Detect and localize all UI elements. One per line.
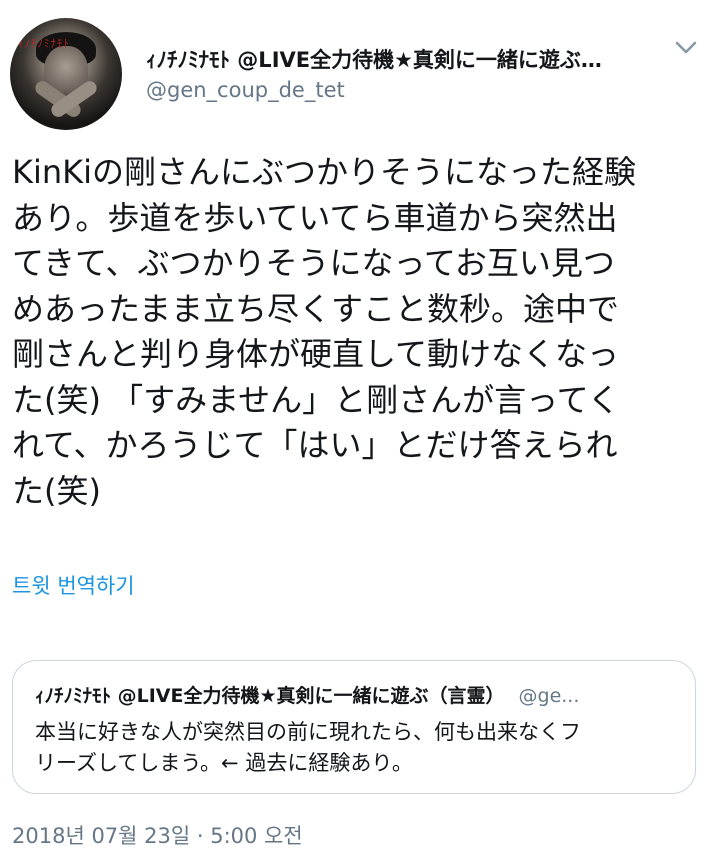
quoted-text-line: 本当に好きな人が突然目の前に現れたら、何も出来なくフ: [35, 720, 581, 744]
tweet-text-line: めあったまま立ち尽くすこと数秒。途中で: [12, 289, 620, 328]
tweet-text-line: れて、かろうじて「はい」とだけ答えられ: [12, 426, 618, 464]
quoted-author-handle: @ge...: [518, 685, 580, 707]
tweet-header: ｨﾉﾁﾉﾐﾅﾓﾄ ｨﾉﾁﾉﾐﾅﾓﾄ @LIVE全力待機★真剣に一緒に遊ぶ… @g…: [0, 0, 720, 140]
author-display-name[interactable]: ｨﾉﾁﾉﾐﾅﾓﾄ @LIVE全力待機★真剣に一緒に遊ぶ…: [146, 44, 666, 74]
tweet-text-line: 剛さんと判り身体が硬直して動けなくなっ: [12, 335, 620, 373]
tweet-text-line: た(笑): [12, 471, 101, 510]
quoted-tweet-header: ｨﾉﾁﾉﾐﾅﾓﾄ @LIVE全力待機★真剣に一緒に遊ぶ（言霊） @ge...: [35, 681, 673, 709]
quoted-text-line: リーズしてしまう。← 過去に経験あり。: [35, 751, 413, 775]
chevron-down-icon[interactable]: [674, 40, 698, 56]
tweet-text-line: あり。歩道を歩いていてら車道から突然出: [12, 198, 618, 237]
tweet-text-line: てきて、ぶつかりそうになってお互い見つ: [12, 244, 615, 282]
tweet-text: KinKiの剛さんにぶつかりそうになった経験 あり。歩道を歩いていてら車道から突…: [12, 150, 712, 514]
avatar-overlay-text: ｨﾉﾁﾉﾐﾅﾓﾄ: [18, 37, 70, 50]
quoted-author-name: ｨﾉﾁﾉﾐﾅﾓﾄ @LIVE全力待機★真剣に一緒に遊ぶ（言霊）: [35, 685, 505, 707]
tweet-text-line: KinKiの剛さんにぶつかりそうになった経験: [12, 153, 637, 191]
translate-tweet-link[interactable]: 트윗 번역하기: [12, 570, 135, 600]
author-handle[interactable]: @gen_coup_de_tet: [146, 78, 345, 102]
avatar[interactable]: ｨﾉﾁﾉﾐﾅﾓﾄ: [10, 18, 122, 130]
quoted-tweet-text: 本当に好きな人が突然目の前に現れたら、何も出来なくフ リーズしてしまう。← 過去…: [35, 717, 673, 779]
tweet-text-line: た(笑) 「すみません」と剛さんが言ってく: [12, 380, 620, 419]
tweet-timestamp[interactable]: 2018년 07월 23일 · 5:00 오전: [12, 820, 303, 850]
quoted-tweet-card[interactable]: ｨﾉﾁﾉﾐﾅﾓﾄ @LIVE全力待機★真剣に一緒に遊ぶ（言霊） @ge... 本…: [12, 660, 696, 794]
